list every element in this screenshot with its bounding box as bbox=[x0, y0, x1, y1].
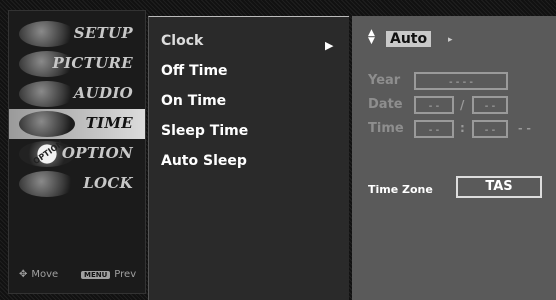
time-options-panel: Clock ▶ Off Time On Time Sleep Time Auto… bbox=[148, 16, 349, 300]
clock-settings-panel bbox=[352, 16, 556, 300]
date-day-field[interactable]: - - bbox=[472, 96, 508, 114]
category-lock[interactable]: LOCK bbox=[9, 169, 145, 199]
category-audio[interactable]: AUDIO bbox=[9, 79, 145, 109]
date-separator: / bbox=[460, 98, 465, 112]
option-on-time[interactable]: On Time bbox=[161, 93, 226, 109]
option-sleep-time[interactable]: Sleep Time bbox=[161, 123, 248, 139]
date-month-field[interactable]: - - bbox=[414, 96, 454, 114]
category-label: SETUP bbox=[73, 24, 133, 42]
year-field[interactable]: - - - - bbox=[414, 72, 508, 90]
date-label: Date bbox=[368, 97, 403, 112]
time-thumbnail-icon bbox=[19, 111, 75, 137]
time-zone-label: Time Zone bbox=[368, 183, 433, 196]
category-time[interactable]: TIME bbox=[9, 109, 145, 139]
category-label: TIME bbox=[85, 114, 133, 132]
time-separator: : bbox=[460, 121, 465, 135]
category-option[interactable]: OPTION OPTION bbox=[9, 139, 145, 169]
right-arrow-icon: ▶ bbox=[325, 39, 334, 52]
audio-thumbnail-icon bbox=[19, 81, 75, 107]
time-minute-field[interactable]: - - bbox=[472, 120, 508, 138]
dpad-icon: ✥ bbox=[19, 269, 28, 280]
clock-mode-selector[interactable]: ▲ ▼ Auto ▸ bbox=[362, 28, 453, 51]
time-ampm-field[interactable]: - - bbox=[518, 122, 531, 135]
menu-key-icon: MENU bbox=[81, 270, 111, 279]
tv-menu-screen: SETUP PICTURE AUDIO TIME OPTION OPTION L… bbox=[0, 0, 556, 300]
time-zone-value[interactable]: TAS bbox=[456, 176, 542, 198]
category-panel: SETUP PICTURE AUDIO TIME OPTION OPTION L… bbox=[8, 10, 146, 294]
category-setup[interactable]: SETUP bbox=[9, 19, 145, 49]
move-label: Move bbox=[31, 269, 59, 280]
option-off-time[interactable]: Off Time bbox=[161, 63, 228, 79]
category-picture[interactable]: PICTURE bbox=[9, 49, 145, 79]
prev-label: Prev bbox=[114, 269, 137, 280]
up-down-icon: ▲ ▼ bbox=[368, 28, 375, 46]
lock-thumbnail-icon bbox=[19, 171, 75, 197]
small-right-arrow-icon: ▸ bbox=[448, 35, 453, 45]
category-label: LOCK bbox=[83, 174, 133, 192]
category-label: AUDIO bbox=[73, 84, 133, 102]
category-label: PICTURE bbox=[52, 54, 133, 72]
move-hint: ✥ Move bbox=[19, 269, 58, 280]
option-clock[interactable]: Clock bbox=[161, 33, 203, 49]
year-label: Year bbox=[368, 73, 401, 88]
clock-mode-value: Auto bbox=[386, 31, 432, 47]
option-auto-sleep[interactable]: Auto Sleep bbox=[161, 153, 247, 169]
time-hour-field[interactable]: - - bbox=[414, 120, 454, 138]
setup-thumbnail-icon bbox=[19, 21, 75, 47]
time-label: Time bbox=[368, 121, 404, 136]
prev-hint: MENU Prev bbox=[81, 269, 136, 280]
category-label: OPTION bbox=[61, 144, 133, 162]
